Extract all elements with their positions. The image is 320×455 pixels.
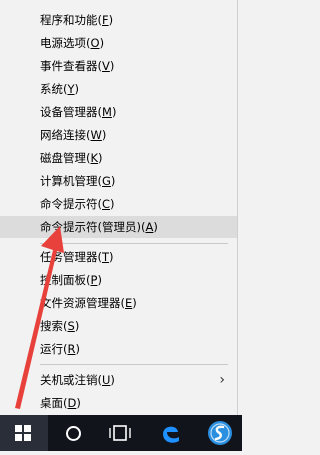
search-circle-icon: [66, 426, 81, 441]
menu-item-accelerator: C: [102, 197, 111, 211]
task-view-icon: [109, 425, 131, 441]
browser-icon: [208, 421, 232, 445]
menu-item-network-connections[interactable]: 网络连接(W): [0, 124, 237, 146]
menu-item-label: 设备管理器: [40, 105, 98, 119]
menu-item-label: 任务管理器: [40, 250, 98, 264]
menu-item-label: 磁盘管理: [40, 151, 86, 165]
browser-button[interactable]: [200, 415, 240, 451]
menu-item-accelerator: O: [90, 36, 100, 50]
menu-separator: [40, 243, 228, 244]
menu-item-event-viewer[interactable]: 事件查看器(V): [0, 55, 237, 77]
menu-item-accelerator: V: [102, 59, 110, 73]
menu-item-file-explorer[interactable]: 文件资源管理器(E): [0, 292, 237, 314]
menu-item-disk-management[interactable]: 磁盘管理(K): [0, 147, 237, 169]
menu-item-command-prompt-admin[interactable]: 命令提示符(管理员)(A): [0, 216, 237, 238]
edge-icon: [163, 426, 179, 443]
menu-item-accelerator: F: [102, 13, 109, 27]
search-button[interactable]: [52, 415, 92, 451]
menu-item-power-options[interactable]: 电源选项(O): [0, 32, 237, 54]
menu-item-label: 命令提示符: [40, 197, 98, 211]
menu-item-label: 电源选项: [40, 36, 86, 50]
menu-item-label: 运行: [40, 342, 63, 356]
menu-item-system[interactable]: 系统(Y): [0, 78, 237, 100]
menu-item-computer-management[interactable]: 计算机管理(G): [0, 170, 237, 192]
menu-item-label: 控制面板: [40, 273, 86, 287]
menu-item-label: 搜索: [40, 319, 63, 333]
menu-item-accelerator: M: [102, 105, 112, 119]
start-button[interactable]: [0, 415, 48, 451]
menu-item-accelerator: R: [67, 342, 76, 356]
menu-item-accelerator: K: [90, 151, 99, 165]
menu-item-control-panel[interactable]: 控制面板(P): [0, 269, 237, 291]
menu-item-desktop[interactable]: 桌面(D): [0, 392, 237, 414]
task-view-button[interactable]: [100, 415, 140, 451]
menu-item-label: 关机或注销: [40, 373, 98, 387]
menu-item-command-prompt[interactable]: 命令提示符(C): [0, 193, 237, 215]
menu-item-label: 计算机管理: [40, 174, 98, 188]
taskbar: [0, 415, 242, 451]
menu-item-run[interactable]: 运行(R): [0, 338, 237, 360]
menu-item-task-manager[interactable]: 任务管理器(T): [0, 246, 237, 268]
menu-item-label: 系统: [40, 82, 63, 96]
chevron-right-icon: ›: [219, 372, 225, 388]
menu-item-accelerator: Y: [67, 82, 75, 96]
menu-item-accelerator: G: [102, 174, 111, 188]
menu-item-label: 网络连接: [40, 128, 86, 142]
menu-item-accelerator: S: [67, 319, 75, 333]
menu-item-label: 文件资源管理器: [40, 296, 121, 310]
windows-icon: [15, 425, 31, 441]
menu-item-search[interactable]: 搜索(S): [0, 315, 237, 337]
menu-item-accelerator: T: [102, 250, 110, 264]
menu-item-shutdown-signout[interactable]: 关机或注销(U) ›: [0, 369, 237, 391]
menu-item-label: 程序和功能: [40, 13, 98, 27]
menu-item-programs-features[interactable]: 程序和功能(F): [0, 9, 237, 31]
menu-item-label: 事件查看器: [40, 59, 98, 73]
menu-item-device-manager[interactable]: 设备管理器(M): [0, 101, 237, 123]
edge-button[interactable]: [150, 415, 190, 451]
menu-item-accelerator: W: [90, 128, 102, 142]
menu-item-label: 命令提示符(管理员): [40, 220, 141, 234]
menu-separator: [40, 364, 228, 365]
winx-context-menu: 程序和功能(F) 电源选项(O) 事件查看器(V) 系统(Y) 设备管理器(M)…: [0, 0, 238, 415]
menu-item-label: 桌面: [40, 396, 63, 410]
